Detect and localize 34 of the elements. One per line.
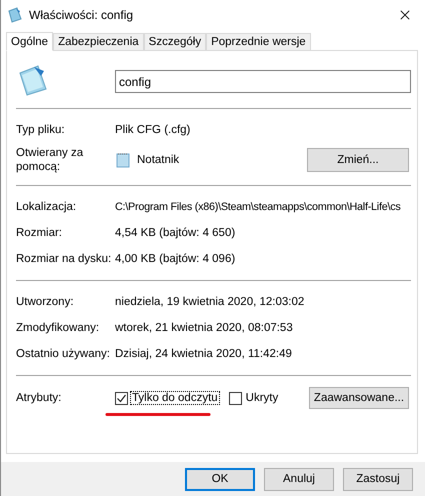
advanced-button[interactable]: Zaawansowane... [309, 387, 409, 409]
dialog-button[interactable]: Anuluj [264, 468, 334, 490]
field-value: niedziela, 19 kwietnia 2020, 12:03:02 [115, 296, 304, 308]
window-title: Właściwości: config [29, 8, 134, 22]
close-icon [400, 10, 410, 20]
document-icon [7, 7, 23, 23]
checkbox[interactable]: Tylko do odczytu [115, 392, 219, 404]
notepad-icon [115, 152, 131, 168]
field-label: Utworzony: [16, 296, 75, 308]
field-value: C:\Program Files (x86)\Steam\steamapps\common\Half-Life\cs [115, 201, 401, 213]
field-label: Typ pliku: [16, 124, 66, 136]
name-field[interactable]: config [115, 70, 411, 93]
tab[interactable]: Zabezpieczenia [53, 33, 144, 50]
field-label: Otwierany za pomocą: [16, 146, 84, 174]
checkmark-icon [116, 392, 127, 404]
tab[interactable]: Ogólne [6, 32, 54, 51]
field-value: 4,00 KB (bajtów: 4 096) [115, 253, 236, 265]
field-value: Notatnik [137, 154, 180, 166]
tab[interactable]: Szczegóły [144, 33, 206, 50]
dialog-button[interactable]: Zastosuj [343, 468, 413, 490]
field-value: wtorek, 21 kwietnia 2020, 08:07:53 [115, 322, 293, 334]
field-label: Rozmiar: [16, 227, 64, 239]
change-button[interactable]: Zmień... [307, 148, 409, 172]
checkbox[interactable]: Ukryty [228, 392, 280, 404]
field-label: Lokalizacja: [16, 201, 78, 213]
field-label: Rozmiar na dysku: [16, 253, 112, 265]
field-label: Atrybuty: [16, 392, 62, 404]
field-value: Dzisiaj, 24 kwietnia 2020, 11:42:49 [115, 348, 292, 360]
dialog-button[interactable]: OK [185, 468, 255, 490]
field-value: 4,54 KB (bajtów: 4 650) [115, 227, 236, 239]
tab[interactable]: Poprzednie wersje [206, 33, 311, 50]
field-label: Zmodyfikowany: [16, 322, 100, 334]
field-label: Ostatnio używany: [16, 348, 111, 360]
field-value: Plik CFG (.cfg) [115, 124, 190, 136]
